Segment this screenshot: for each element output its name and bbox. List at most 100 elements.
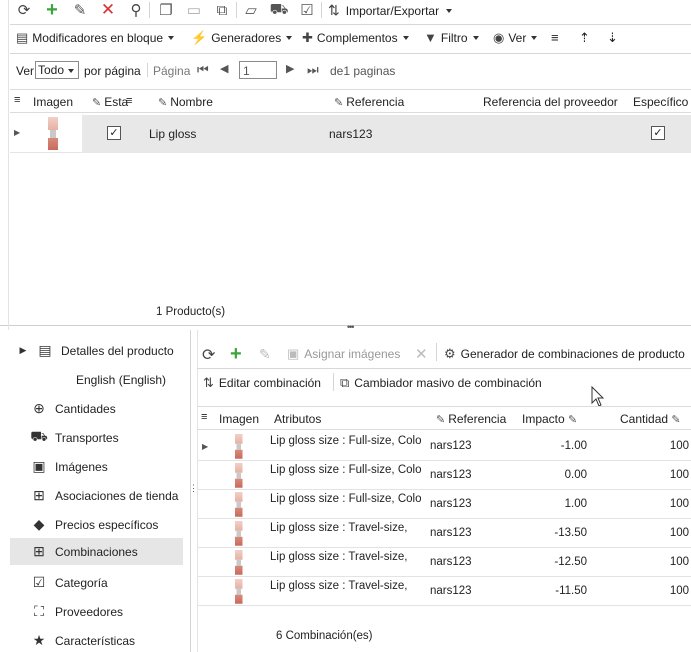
- combinations-icon: ⊞: [33, 543, 45, 559]
- filter-menu[interactable]: ▼ Filtro: [424, 30, 479, 45]
- sidebar-item-quantities[interactable]: ⊕ Cantidades: [10, 395, 183, 422]
- generators-menu[interactable]: ⚡ Generadores: [191, 30, 293, 46]
- last-page-icon[interactable]: ⏭: [307, 62, 319, 78]
- table-row[interactable]: ▶ ✓ Lip gloss nars123 ✓: [10, 115, 691, 153]
- splitter[interactable]: [0, 325, 691, 326]
- copy-icon[interactable]: ❐: [156, 1, 176, 19]
- sidebar-item-suppliers[interactable]: ⛶ Proveedores: [10, 598, 183, 625]
- bulk-modifiers-menu[interactable]: ▤ Modificadores en bloque: [16, 30, 175, 46]
- per-page-select[interactable]: Todo: [35, 61, 79, 79]
- combination-impact[interactable]: 1.00: [527, 498, 587, 510]
- chevron-down-icon: [531, 36, 538, 40]
- combination-generator-label: Generador de combinaciones de producto: [460, 347, 685, 361]
- combination-impact[interactable]: -11.50: [527, 585, 587, 597]
- row-expand-icon[interactable]: ▶: [14, 128, 20, 137]
- next-page-icon[interactable]: ▶: [286, 62, 294, 75]
- checklist-icon[interactable]: ☑: [297, 1, 317, 19]
- table-row[interactable]: Lip gloss size : Travel-size, nars123 -12.…: [197, 548, 691, 577]
- sidebar-item-combinations[interactable]: ⊞ Combinaciones: [10, 538, 183, 565]
- sidebar-item-product-details[interactable]: ▶ ▤ Detalles del producto: [10, 337, 183, 364]
- view-menu[interactable]: ◉ Ver: [493, 30, 538, 46]
- mass-change-button[interactable]: ⧉ Cambiador masivo de combinación: [340, 375, 542, 391]
- edit-combination-button[interactable]: ⇅ Editar combinación: [203, 375, 321, 391]
- sort-text-icon[interactable]: ≡: [551, 30, 559, 45]
- edit-icon[interactable]: ✎: [259, 346, 271, 363]
- table-row[interactable]: Lip gloss size : Travel-size, nars123 -13.…: [197, 519, 691, 548]
- col-name[interactable]: ✎ Nombre: [158, 95, 213, 109]
- folder-check-icon[interactable]: ▱: [241, 1, 261, 19]
- sidebar-item-label: Proveedores: [55, 604, 124, 619]
- edit-combination-icon: ⇅: [203, 375, 214, 390]
- enabled-checkbox[interactable]: ✓: [107, 126, 121, 140]
- sidebar-item-shop-associations[interactable]: ⊞ Asociaciones de tienda: [10, 482, 183, 509]
- first-page-icon[interactable]: ⏮: [197, 62, 209, 78]
- table-row[interactable]: ▶ Lip gloss size : Full-size, Color nars12…: [197, 432, 691, 461]
- combination-impact[interactable]: -13.50: [527, 527, 587, 539]
- combination-quantity[interactable]: 100: [637, 585, 689, 597]
- col-image[interactable]: Imagen: [33, 95, 73, 109]
- refresh-icon[interactable]: ⟳: [14, 1, 34, 19]
- col-status[interactable]: ✎ Esta: [92, 95, 130, 109]
- combination-quantity[interactable]: 100: [637, 527, 689, 539]
- sidebar-item-shipping[interactable]: ⛟ Transportes: [10, 424, 183, 451]
- col-image[interactable]: Imagen: [219, 412, 259, 426]
- chevron-down-icon: [402, 36, 409, 40]
- delete-icon[interactable]: ✕: [98, 0, 118, 19]
- sidebar-item-features[interactable]: ★ Características: [10, 627, 183, 652]
- specific-checkbox[interactable]: ✓: [651, 126, 665, 140]
- delete-icon[interactable]: ✕: [415, 345, 428, 363]
- page-count-label: de1 paginas: [330, 64, 396, 78]
- combination-attributes: Lip gloss size : Full-size, Color: [270, 464, 422, 476]
- col-reference[interactable]: ✎ Referencia: [334, 95, 404, 109]
- add-icon[interactable]: +: [42, 0, 62, 21]
- combination-quantity[interactable]: 100: [637, 556, 689, 568]
- star-icon: ★: [32, 632, 46, 648]
- chevron-down-icon: [446, 8, 453, 13]
- page-number-input[interactable]: 1: [239, 61, 277, 79]
- combination-quantity[interactable]: 100: [637, 498, 689, 510]
- assign-images-button[interactable]: ▣ Asignar imágenes: [287, 346, 400, 362]
- table-row[interactable]: Lip gloss size : Full-size, Color nars123…: [197, 490, 691, 519]
- prev-page-icon[interactable]: ◀: [220, 62, 228, 75]
- combination-quantity[interactable]: 100: [637, 440, 689, 452]
- combination-quantity[interactable]: 100: [637, 469, 689, 481]
- row-expand-icon[interactable]: ▶: [202, 442, 208, 451]
- move-up-icon[interactable]: ⇡: [579, 30, 590, 46]
- edit-combination-label: Editar combinación: [218, 376, 321, 390]
- import-export-menu[interactable]: ⇅ Importar/Exportar: [328, 2, 453, 19]
- table-row[interactable]: Lip gloss size : Travel-size, nars123 -11.…: [197, 577, 691, 606]
- col-supplier-reference[interactable]: Referencia del proveedor: [483, 95, 618, 109]
- product-reference: nars123: [329, 127, 373, 141]
- combination-thumbnail: [235, 434, 243, 459]
- refresh-icon[interactable]: ⟳: [202, 345, 215, 365]
- col-impact[interactable]: Impacto ✎: [522, 412, 580, 426]
- generators-label: Generadores: [211, 31, 282, 45]
- combination-generator-button[interactable]: ⚙ Generador de combinaciones de producto: [444, 346, 685, 362]
- combination-impact[interactable]: -12.50: [527, 556, 587, 568]
- pencil-icon: ✎: [92, 97, 102, 109]
- col-reference[interactable]: ✎ Referencia: [436, 412, 506, 426]
- duplicate-icon[interactable]: ⧉: [212, 1, 232, 19]
- addons-menu[interactable]: ✚ Complementos: [302, 30, 409, 46]
- col-attributes[interactable]: Atributos: [274, 412, 321, 426]
- add-icon[interactable]: +: [230, 343, 242, 366]
- paste-icon[interactable]: ▭: [184, 1, 204, 19]
- sidebar-item-images[interactable]: ▣ Imágenes: [10, 453, 183, 480]
- truck-settings-icon[interactable]: ⛟: [269, 1, 289, 19]
- column-chooser-icon[interactable]: ≡: [201, 411, 207, 423]
- col-specific[interactable]: Específico: [633, 95, 688, 109]
- pencil-icon: ✎: [436, 414, 446, 426]
- splitter-grip-icon[interactable]: •••: [347, 322, 355, 332]
- pager: Ver Todo por página Página ⏮ ◀ 1 ▶ ⏭ de1…: [0, 57, 691, 83]
- combination-impact[interactable]: -1.00: [527, 440, 587, 452]
- sidebar-item-language[interactable]: English (English): [10, 366, 183, 393]
- edit-icon[interactable]: ✎: [70, 1, 90, 19]
- sidebar-item-category[interactable]: ☑ Categoría: [10, 569, 183, 596]
- table-row[interactable]: Lip gloss size : Full-size, Color nars123…: [197, 461, 691, 490]
- combination-impact[interactable]: 0.00: [527, 469, 587, 481]
- sidebar-item-specific-prices[interactable]: ◆ Precios específicos: [10, 511, 183, 538]
- move-down-icon[interactable]: ⇣: [607, 30, 618, 46]
- col-quantity[interactable]: Cantidad ✎: [620, 412, 684, 426]
- column-chooser-icon[interactable]: ≡: [14, 94, 20, 106]
- search-icon[interactable]: ⚲: [126, 1, 146, 19]
